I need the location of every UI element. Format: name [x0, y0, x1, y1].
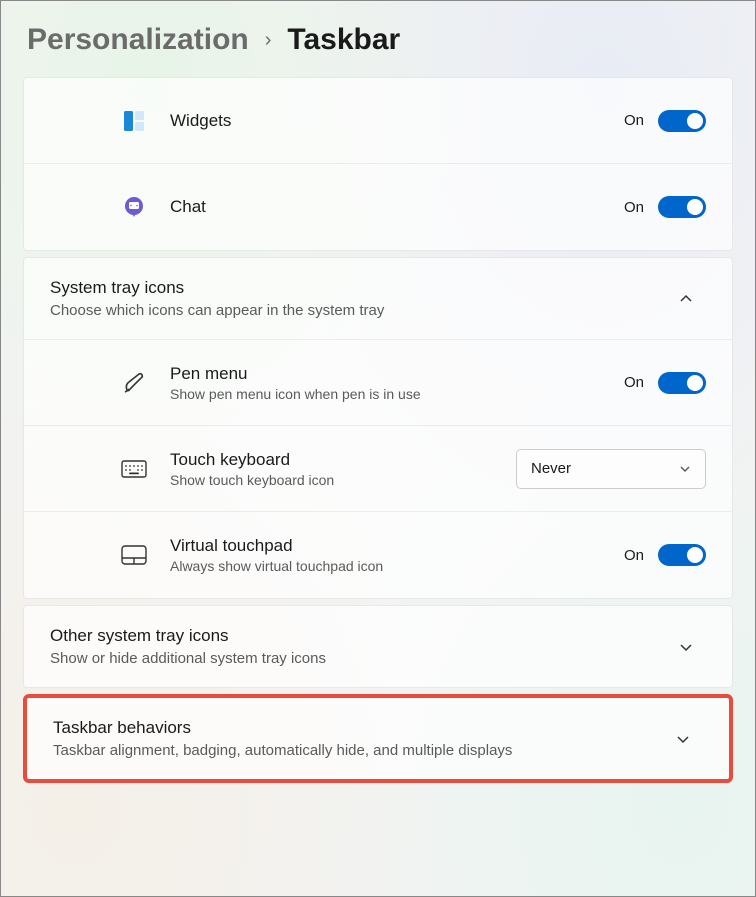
other-tray-title: Other system tray icons — [50, 626, 666, 646]
chevron-right-icon: › — [265, 29, 272, 52]
touchkb-dropdown-value: Never — [531, 460, 571, 477]
behaviors-title: Taskbar behaviors — [53, 718, 663, 738]
taskbar-items-section: Widgets On Chat On — [23, 77, 733, 251]
pen-toggle-state: On — [624, 374, 644, 391]
row-widgets: Widgets On — [24, 78, 732, 164]
pen-desc: Show pen menu icon when pen is in use — [170, 386, 624, 402]
breadcrumb-parent[interactable]: Personalization — [27, 23, 249, 57]
touchkb-title: Touch keyboard — [170, 450, 516, 470]
touchpad-toggle[interactable] — [658, 544, 706, 566]
system-tray-header[interactable]: System tray icons Choose which icons can… — [24, 258, 732, 340]
taskbar-behaviors-section[interactable]: Taskbar behaviors Taskbar alignment, bad… — [23, 694, 733, 783]
breadcrumb-current: Taskbar — [287, 23, 400, 57]
touchpad-icon — [114, 545, 154, 565]
chevron-down-icon — [679, 463, 691, 475]
row-chat: Chat On — [24, 164, 732, 250]
touchkb-desc: Show touch keyboard icon — [170, 472, 516, 488]
chevron-up-icon — [666, 292, 706, 306]
breadcrumb: Personalization › Taskbar — [23, 23, 733, 57]
widgets-label: Widgets — [170, 111, 624, 131]
row-virtual-touchpad: Virtual touchpad Always show virtual tou… — [24, 512, 732, 598]
chevron-down-icon — [666, 640, 706, 654]
widgets-toggle[interactable] — [658, 110, 706, 132]
row-touch-keyboard: Touch keyboard Show touch keyboard icon … — [24, 426, 732, 512]
system-tray-title: System tray icons — [50, 278, 666, 298]
pen-icon — [114, 370, 154, 396]
touchkb-dropdown[interactable]: Never — [516, 449, 706, 489]
keyboard-icon — [114, 460, 154, 478]
touchpad-desc: Always show virtual touchpad icon — [170, 558, 624, 574]
pen-toggle[interactable] — [658, 372, 706, 394]
pen-title: Pen menu — [170, 364, 624, 384]
chat-toggle[interactable] — [658, 196, 706, 218]
touchpad-toggle-state: On — [624, 547, 644, 564]
chat-label: Chat — [170, 197, 624, 217]
touchpad-title: Virtual touchpad — [170, 536, 624, 556]
chat-toggle-state: On — [624, 199, 644, 216]
row-pen-menu: Pen menu Show pen menu icon when pen is … — [24, 340, 732, 426]
other-tray-section[interactable]: Other system tray icons Show or hide add… — [23, 605, 733, 688]
chat-icon — [114, 195, 154, 219]
widgets-toggle-state: On — [624, 112, 644, 129]
behaviors-desc: Taskbar alignment, badging, automaticall… — [53, 742, 663, 759]
chevron-down-icon — [663, 732, 703, 746]
system-tray-section: System tray icons Choose which icons can… — [23, 257, 733, 599]
widgets-icon — [114, 109, 154, 133]
other-tray-desc: Show or hide additional system tray icon… — [50, 650, 666, 667]
system-tray-desc: Choose which icons can appear in the sys… — [50, 302, 666, 319]
